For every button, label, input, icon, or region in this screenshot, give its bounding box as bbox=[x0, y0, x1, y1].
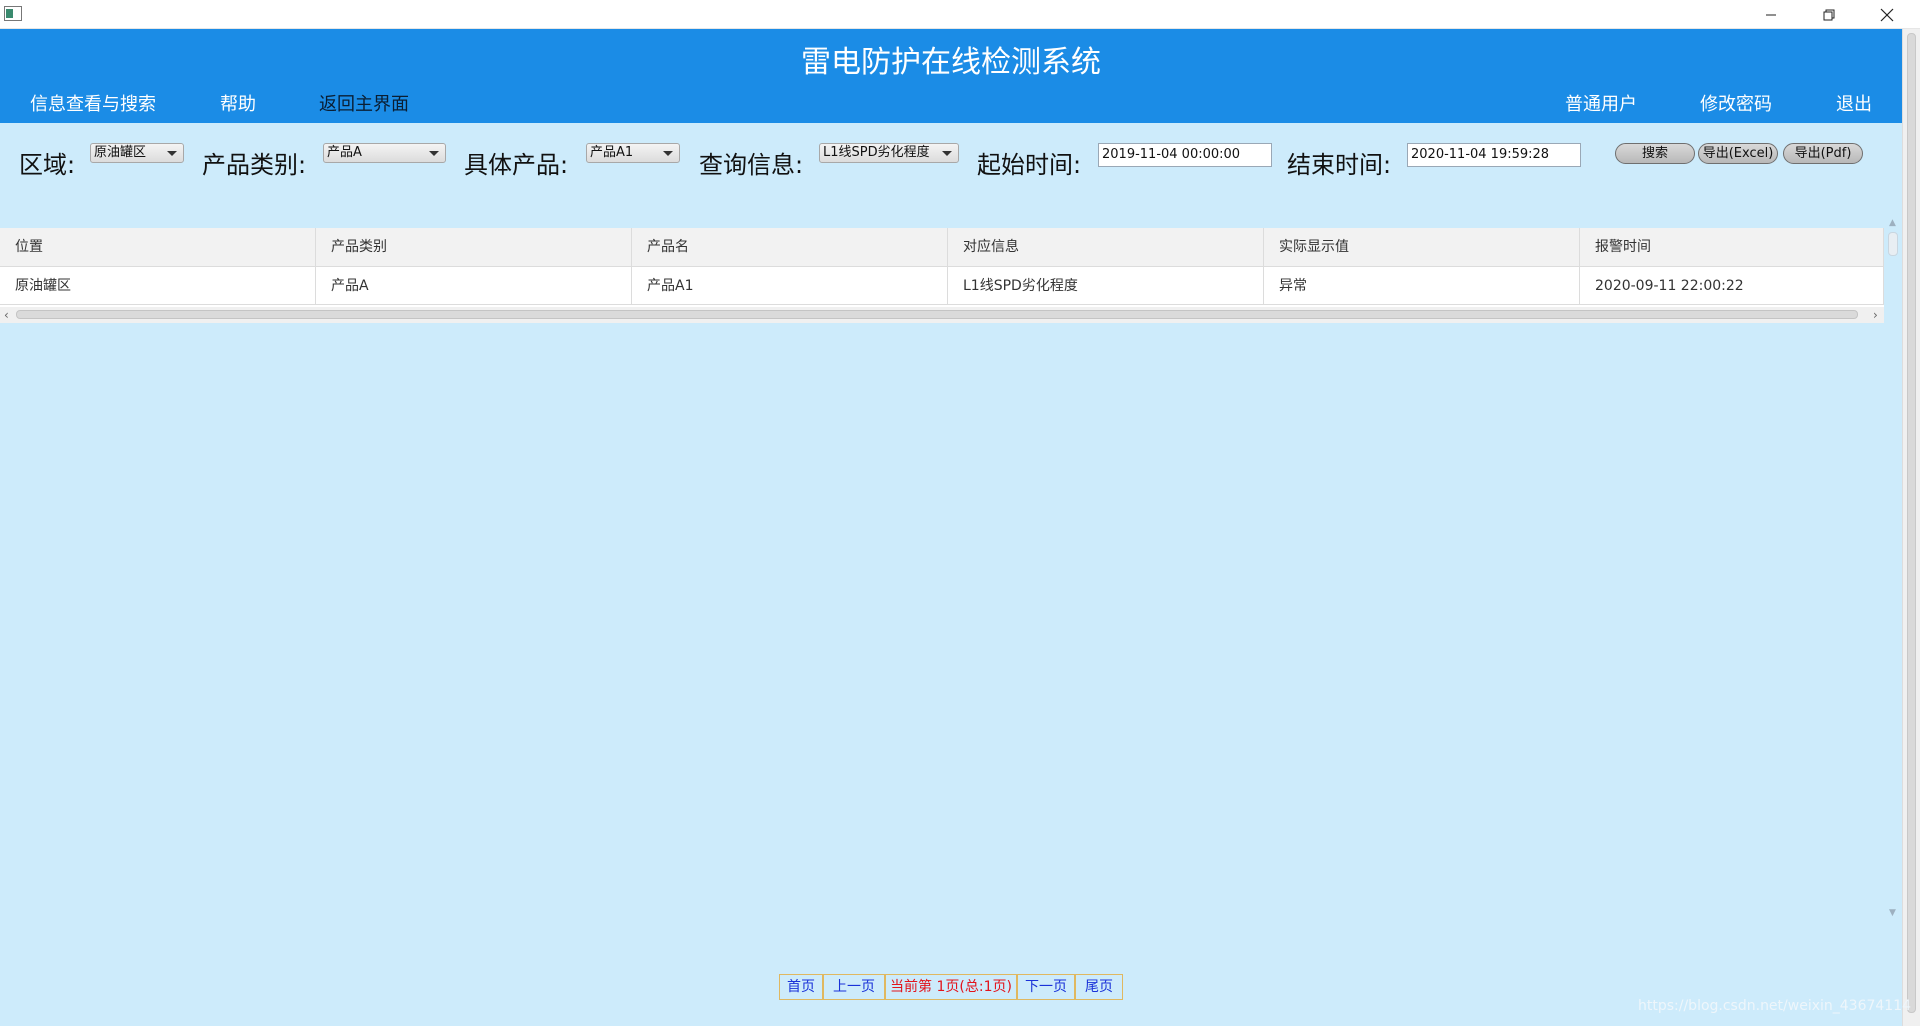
cell-info: L1线SPD劣化程度 bbox=[948, 267, 1264, 304]
region-select-value: 原油罐区 bbox=[94, 145, 147, 160]
scroll-right-icon[interactable]: › bbox=[1873, 307, 1878, 323]
category-select-value: 产品A bbox=[327, 145, 362, 160]
product-label: 具体产品: bbox=[464, 151, 569, 179]
product-select[interactable]: 产品A1 bbox=[586, 143, 680, 163]
app-title: 雷电防护在线检测系统 bbox=[801, 45, 1101, 80]
end-time-label: 结束时间: bbox=[1287, 151, 1392, 179]
scroll-down-icon[interactable]: ▼ bbox=[1889, 908, 1896, 918]
query-select-value: L1线SPD劣化程度 bbox=[823, 145, 930, 160]
nav-normal-user[interactable]: 普通用户 bbox=[1565, 90, 1637, 116]
scroll-left-icon[interactable]: ‹ bbox=[4, 307, 9, 323]
current-page-indicator: 当前第 1页(总:1页) bbox=[885, 974, 1017, 1000]
region-label: 区域: bbox=[19, 151, 76, 179]
app-icon bbox=[4, 6, 22, 21]
table-row[interactable]: 原油罐区 产品A 产品A1 L1线SPD劣化程度 异常 2020-09-11 2… bbox=[0, 267, 1884, 305]
window-titlebar bbox=[0, 0, 1920, 29]
cell-alarm-time: 2020-09-11 22:00:22 bbox=[1580, 267, 1884, 304]
region-select[interactable]: 原油罐区 bbox=[90, 143, 184, 163]
end-time-input[interactable]: 2020-11-04 19:59:28 bbox=[1407, 143, 1581, 167]
column-header-category[interactable]: 产品类别 bbox=[316, 228, 632, 266]
last-page-button[interactable]: 尾页 bbox=[1075, 974, 1123, 1000]
product-select-value: 产品A1 bbox=[590, 145, 634, 160]
nav-logout[interactable]: 退出 bbox=[1836, 90, 1872, 116]
column-header-alarm-time[interactable]: 报警时间 bbox=[1580, 228, 1884, 266]
close-icon[interactable] bbox=[1858, 0, 1916, 29]
column-header-location[interactable]: 位置 bbox=[0, 228, 316, 266]
nav-info-search[interactable]: 信息查看与搜索 bbox=[30, 90, 156, 116]
search-button[interactable]: 搜索 bbox=[1615, 143, 1695, 164]
category-select[interactable]: 产品A bbox=[323, 143, 446, 163]
cell-location: 原油罐区 bbox=[0, 267, 316, 304]
nav-return-main[interactable]: 返回主界面 bbox=[319, 90, 409, 116]
chevron-down-icon bbox=[942, 151, 952, 156]
chevron-down-icon bbox=[663, 151, 673, 156]
column-header-actual-value[interactable]: 实际显示值 bbox=[1264, 228, 1580, 266]
table-horizontal-scrollbar[interactable]: ‹ › bbox=[0, 307, 1884, 323]
start-time-label: 起始时间: bbox=[977, 151, 1082, 179]
chevron-down-icon bbox=[429, 151, 439, 156]
table-vertical-scrollbar[interactable]: ▲ ▼ bbox=[1884, 218, 1902, 918]
start-time-input[interactable]: 2019-11-04 00:00:00 bbox=[1098, 143, 1272, 167]
cell-actual-value: 异常 bbox=[1264, 267, 1580, 304]
app-header: 雷电防护在线检测系统 信息查看与搜索 帮助 返回主界面 普通用户 修改密码 退出 bbox=[0, 29, 1902, 123]
category-label: 产品类别: bbox=[202, 151, 307, 179]
query-select[interactable]: L1线SPD劣化程度 bbox=[819, 143, 959, 163]
next-page-button[interactable]: 下一页 bbox=[1017, 974, 1075, 1000]
restore-icon[interactable] bbox=[1800, 0, 1858, 29]
window-scroll-thumb[interactable] bbox=[1907, 33, 1916, 1013]
cell-product-name: 产品A1 bbox=[632, 267, 948, 304]
export-excel-button[interactable]: 导出(Excel) bbox=[1698, 143, 1778, 164]
prev-page-button[interactable]: 上一页 bbox=[823, 974, 885, 1000]
scroll-up-icon[interactable]: ▲ bbox=[1889, 218, 1896, 228]
cell-category: 产品A bbox=[316, 267, 632, 304]
table-header: 位置 产品类别 产品名 对应信息 实际显示值 报警时间 bbox=[0, 228, 1884, 267]
column-header-product-name[interactable]: 产品名 bbox=[632, 228, 948, 266]
window-vertical-scrollbar[interactable] bbox=[1902, 29, 1920, 1026]
chevron-down-icon bbox=[167, 151, 177, 156]
table-hscroll-thumb[interactable] bbox=[16, 310, 1858, 319]
query-label: 查询信息: bbox=[699, 151, 804, 179]
watermark: https://blog.csdn.net/weixin_43674114 bbox=[1638, 998, 1912, 1014]
minimize-icon[interactable] bbox=[1742, 0, 1800, 29]
first-page-button[interactable]: 首页 bbox=[779, 974, 823, 1000]
nav-change-password[interactable]: 修改密码 bbox=[1700, 90, 1772, 116]
column-header-info[interactable]: 对应信息 bbox=[948, 228, 1264, 266]
results-table: 位置 产品类别 产品名 对应信息 实际显示值 报警时间 原油罐区 产品A 产品A… bbox=[0, 228, 1884, 308]
export-pdf-button[interactable]: 导出(Pdf) bbox=[1783, 143, 1863, 164]
nav-help[interactable]: 帮助 bbox=[220, 90, 256, 116]
table-vscroll-thumb[interactable] bbox=[1888, 232, 1898, 256]
